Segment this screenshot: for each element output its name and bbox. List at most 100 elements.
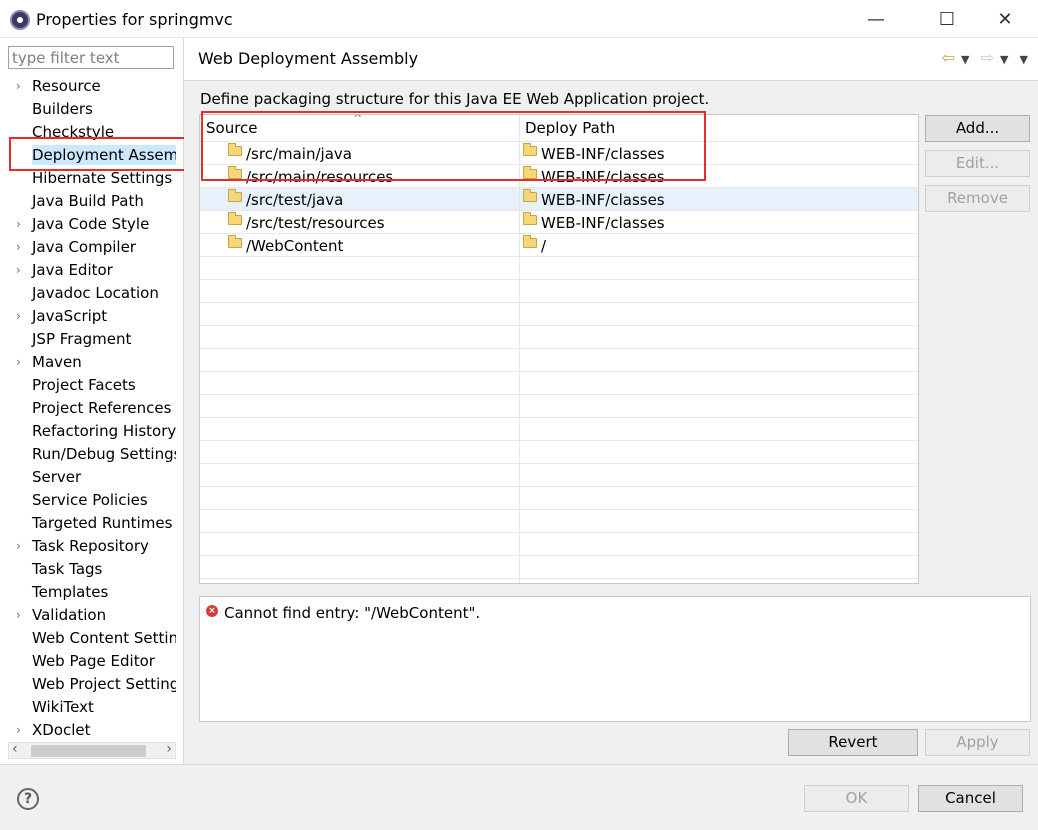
expand-chevron-icon[interactable]: › <box>16 259 21 282</box>
main-panel: Web Deployment Assembly ⇦ ▼ ⇨ ▼ ▼ Define p… <box>184 38 1038 764</box>
tree-item[interactable]: Task Tags <box>0 558 176 581</box>
tree-item-label: Java Editor <box>32 261 113 279</box>
table-row[interactable]: /src/test/java WEB-INF/classes <box>200 188 918 211</box>
source-cell: /WebContent <box>228 235 344 256</box>
folder-icon <box>523 235 537 248</box>
folder-icon <box>228 212 242 225</box>
deploy-cell: / <box>523 235 546 256</box>
tree-item[interactable]: Checkstyle <box>0 121 176 144</box>
tree-item-label: Targeted Runtimes <box>32 514 173 532</box>
tree-item[interactable]: Server <box>0 466 176 489</box>
revert-button[interactable]: Revert <box>788 729 918 756</box>
remove-button[interactable]: Remove <box>925 185 1030 212</box>
cancel-button[interactable]: Cancel <box>918 785 1023 812</box>
table-row[interactable]: /src/main/java WEB-INF/classes <box>200 142 918 165</box>
tree-item[interactable]: › Java Editor <box>0 259 176 282</box>
nav-arrows: ⇦ ▼ ⇨ ▼ ▼ <box>936 48 1028 67</box>
column-deploy-path[interactable]: Deploy Path <box>525 119 615 137</box>
page-header: Web Deployment Assembly ⇦ ▼ ⇨ ▼ ▼ <box>184 38 1038 81</box>
scroll-left-icon[interactable]: ‹ <box>12 741 18 757</box>
tree-item[interactable]: Project References <box>0 397 176 420</box>
deploy-path: WEB-INF/classes <box>541 145 665 163</box>
expand-chevron-icon[interactable]: › <box>16 236 21 259</box>
tree-item-label: Validation <box>32 606 107 624</box>
tree-item[interactable]: Project Facets <box>0 374 176 397</box>
expand-chevron-icon[interactable]: › <box>16 75 21 98</box>
table-row[interactable]: /WebContent / <box>200 234 918 257</box>
tree-item[interactable]: › Java Compiler <box>0 236 176 259</box>
tree-item[interactable]: › XDoclet <box>0 719 176 742</box>
back-dropdown-icon[interactable]: ▼ <box>961 53 969 66</box>
folder-icon <box>523 166 537 179</box>
tree-item[interactable]: › Validation <box>0 604 176 627</box>
ok-button[interactable]: OK <box>804 785 909 812</box>
table-row[interactable]: /src/main/resources WEB-INF/classes <box>200 165 918 188</box>
tree-item[interactable]: Java Build Path <box>0 190 176 213</box>
tree-item[interactable]: Javadoc Location <box>0 282 176 305</box>
tree-item-label: Javadoc Location <box>32 284 159 302</box>
tree-item[interactable]: Web Page Editor <box>0 650 176 673</box>
deploy-path: WEB-INF/classes <box>541 191 665 209</box>
expand-chevron-icon[interactable]: › <box>16 213 21 236</box>
tree-item-label: JavaScript <box>32 307 108 325</box>
tree-item-label: JSP Fragment <box>32 330 132 348</box>
minimize-button[interactable]: — <box>853 6 899 34</box>
forward-arrow-icon[interactable]: ⇨ <box>981 48 994 67</box>
scroll-right-icon[interactable]: › <box>166 741 172 757</box>
column-divider <box>519 115 520 583</box>
source-cell: /src/main/resources <box>228 166 393 187</box>
tree-item[interactable]: Refactoring History <box>0 420 176 443</box>
tree-item[interactable]: Service Policies <box>0 489 176 512</box>
tree-item-label: Web Page Editor <box>32 652 155 670</box>
tree-item[interactable]: › Java Code Style <box>0 213 176 236</box>
maximize-button[interactable]: ☐ <box>924 6 970 34</box>
forward-dropdown-icon[interactable]: ▼ <box>1000 53 1008 66</box>
source-path: /WebContent <box>246 237 344 255</box>
help-icon[interactable]: ? <box>17 788 39 810</box>
tree-item[interactable]: Templates <box>0 581 176 604</box>
window-title: Properties for springmvc <box>36 10 233 29</box>
scroll-thumb[interactable] <box>31 745 146 757</box>
tree-item[interactable]: Targeted Runtimes <box>0 512 176 535</box>
apply-button[interactable]: Apply <box>925 729 1030 756</box>
back-arrow-icon[interactable]: ⇦ <box>942 48 955 67</box>
expand-chevron-icon[interactable]: › <box>16 535 21 558</box>
tree-item[interactable]: Web Content Settin <box>0 627 176 650</box>
expand-chevron-icon[interactable]: › <box>16 351 21 374</box>
edit-button[interactable]: Edit... <box>925 150 1030 177</box>
folder-icon <box>523 212 537 225</box>
deploy-path: WEB-INF/classes <box>541 168 665 186</box>
folder-icon <box>523 143 537 156</box>
tree-item[interactable]: Hibernate Settings <box>0 167 176 190</box>
tree-item[interactable]: Web Project Setting <box>0 673 176 696</box>
view-menu-icon[interactable]: ▼ <box>1020 53 1028 66</box>
table-row[interactable]: /src/test/resources WEB-INF/classes <box>200 211 918 234</box>
add-button[interactable]: Add... <box>925 115 1030 142</box>
error-message: Cannot find entry: "/WebContent". <box>224 604 481 622</box>
tree-item[interactable]: › Maven <box>0 351 176 374</box>
tree-item[interactable]: WikiText <box>0 696 176 719</box>
filter-input[interactable] <box>8 46 174 69</box>
expand-chevron-icon[interactable]: › <box>16 305 21 328</box>
column-source[interactable]: Source <box>206 119 258 137</box>
horizontal-scrollbar[interactable]: ‹ › <box>8 741 176 759</box>
expand-chevron-icon[interactable]: › <box>16 604 21 627</box>
empty-table-row <box>200 349 918 372</box>
tree-item-label: Checkstyle <box>32 123 115 141</box>
tree-item-label: XDoclet <box>32 721 91 739</box>
tree-item[interactable]: Run/Debug Settings <box>0 443 176 466</box>
tree-item[interactable]: › JavaScript <box>0 305 176 328</box>
tree-item[interactable]: › Task Repository <box>0 535 176 558</box>
folder-icon <box>523 189 537 202</box>
empty-table-row <box>200 464 918 487</box>
expand-chevron-icon[interactable]: › <box>16 719 21 742</box>
tree-item[interactable]: Deployment Assem <box>0 144 176 167</box>
close-button[interactable]: ✕ <box>982 6 1028 34</box>
tree-item-label: Builders <box>32 100 93 118</box>
tree-item[interactable]: › Resource <box>0 75 176 98</box>
empty-table-row <box>200 395 918 418</box>
tree-item[interactable]: Builders <box>0 98 176 121</box>
tree-item-label: Resource <box>32 77 101 95</box>
tree-item[interactable]: JSP Fragment <box>0 328 176 351</box>
dialog-footer: ? OK Cancel <box>0 764 1038 830</box>
